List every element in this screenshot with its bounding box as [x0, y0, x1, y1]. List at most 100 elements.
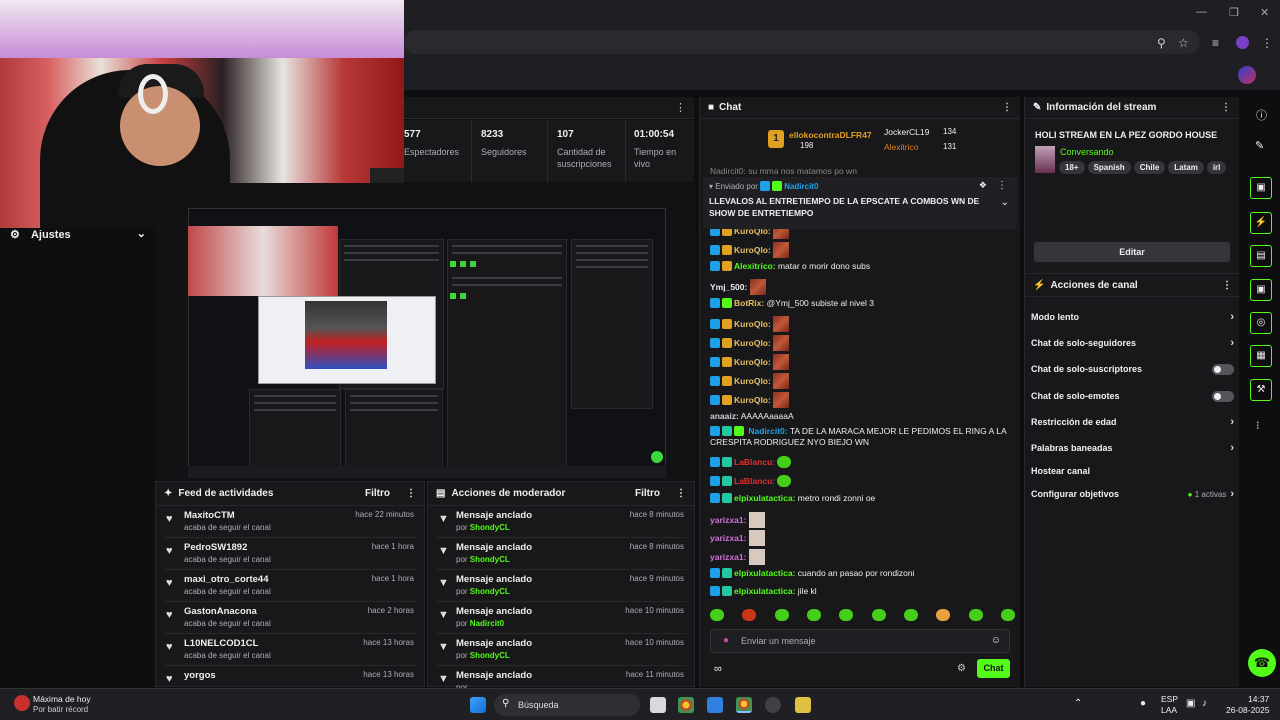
microphone-icon[interactable]: ●	[723, 635, 729, 646]
kick-icon[interactable]: ∞	[714, 663, 722, 675]
chat-icon[interactable]: ▣	[1250, 279, 1272, 301]
bookmark-star-icon[interactable]: ☆	[1178, 36, 1189, 50]
info-menu-icon[interactable]: ⋮	[1221, 102, 1231, 113]
stream-tag[interactable]: Latam	[1168, 161, 1204, 174]
address-bar[interactable]	[404, 30, 1200, 54]
zoom-icon[interactable]: ⚲	[1157, 36, 1166, 50]
chat-menu-icon[interactable]: ⋮	[1002, 102, 1012, 113]
stream-tag[interactable]: irl	[1206, 161, 1227, 174]
lang-2[interactable]: LAA	[1161, 705, 1177, 715]
category-thumbnail[interactable]	[1035, 146, 1055, 173]
document-icon[interactable]: ▤	[1250, 245, 1272, 267]
toggle-switch[interactable]	[1212, 390, 1234, 402]
emote-4[interactable]	[806, 609, 821, 621]
menu-kebab-icon[interactable]: ⋮	[1261, 36, 1273, 50]
broadcast-icon[interactable]: ◎	[1250, 312, 1272, 334]
stats-menu-icon[interactable]: ⋮	[675, 101, 686, 114]
chat-username[interactable]: elpixulatactica:	[734, 586, 795, 596]
user-avatar[interactable]	[1238, 66, 1256, 84]
emote-9[interactable]	[968, 609, 983, 621]
mod-filter-button[interactable]: Filtro	[635, 488, 660, 499]
network-icon[interactable]: ▣	[1186, 698, 1195, 709]
chat-username[interactable]: elpixulatactica:	[734, 568, 795, 578]
feed-username[interactable]: maxi_otro_corte44	[184, 574, 268, 585]
chat-username[interactable]: yarizxa1:	[710, 552, 746, 562]
stream-tag[interactable]: Chile	[1133, 161, 1166, 174]
weather-icon[interactable]	[14, 695, 30, 711]
media-icon[interactable]: ≡	[1212, 36, 1219, 50]
mic-tray-icon[interactable]: ●	[1140, 698, 1146, 709]
app-icon[interactable]	[765, 697, 781, 713]
feed-item[interactable]: ♥ MaxitoCTM hace 22 minutos acaba de seg…	[164, 506, 416, 538]
feed-item[interactable]: ♥ PedroSW1892 hace 1 hora acaba de segui…	[164, 538, 416, 570]
taskbar-search[interactable]: ⚲ Búsqueda	[494, 694, 640, 716]
chevron-down-icon[interactable]: ⌄	[1001, 197, 1009, 208]
chat-username[interactable]: KuroQlo:	[734, 245, 771, 255]
chat-username[interactable]: LaBlancu:	[734, 457, 775, 467]
feed-username[interactable]: yorgos	[184, 670, 216, 681]
feed-menu-icon[interactable]: ⋮	[406, 488, 416, 499]
pencil-icon[interactable]: ✎	[1255, 139, 1264, 152]
profile-avatar[interactable]	[1236, 36, 1249, 49]
close-icon[interactable]: ✕	[1260, 6, 1269, 19]
chat-username[interactable]: BotRix:	[734, 298, 764, 308]
mod-item[interactable]: ▼ Mensaje anclado hace 10 minutos por Sh…	[436, 634, 686, 666]
emote-3[interactable]	[774, 609, 789, 621]
chrome-icon[interactable]	[678, 697, 694, 713]
mod-item[interactable]: ▼ Mensaje anclado hace 8 minutos por Sho…	[436, 506, 686, 538]
emote-2[interactable]	[742, 609, 757, 621]
chat-username[interactable]: Nadircit0:	[748, 426, 787, 436]
chat-username[interactable]: KuroQlo:	[734, 376, 771, 386]
channel-action-row[interactable]: Chat de solo-seguidores ›	[1031, 333, 1234, 353]
file-explorer-icon[interactable]	[795, 697, 811, 713]
channel-action-row[interactable]: Chat de solo-suscriptores	[1031, 359, 1234, 379]
emote-7[interactable]	[903, 609, 918, 621]
clip-icon[interactable]: ▣	[1250, 177, 1272, 199]
feed-username[interactable]: GastonAnacona	[184, 606, 257, 617]
channel-action-row[interactable]: Restricción de edad ›	[1031, 412, 1234, 432]
emoji-icon[interactable]: ☺	[991, 635, 1001, 646]
layout-icon[interactable]: ▦	[1250, 345, 1272, 367]
windows-start-icon[interactable]	[470, 697, 486, 713]
feed-username[interactable]: MaxitoCTM	[184, 510, 235, 521]
chat-username[interactable]: elpixulatactica:	[734, 493, 795, 503]
edit-button[interactable]: Editar	[1034, 242, 1230, 262]
chat-username[interactable]: Alexitrico:	[734, 261, 776, 271]
mod-by-user[interactable]: ShondyCL	[470, 651, 510, 660]
top-gifter-3[interactable]: Alexitrico	[884, 142, 918, 152]
apps-icon[interactable]: ⁝	[1256, 419, 1260, 432]
mod-item[interactable]: ▼ Mensaje anclado hace 9 minutos por Sho…	[436, 570, 686, 602]
mod-by-user[interactable]: ShondyCL	[470, 587, 510, 596]
channel-action-row[interactable]: Hostear canal	[1031, 461, 1234, 481]
mod-item[interactable]: ▼ Mensaje anclado hace 8 minutos por Sho…	[436, 538, 686, 570]
chat-username[interactable]: KuroQlo:	[734, 338, 771, 348]
chat-username[interactable]: anaaiz:	[710, 411, 739, 421]
category-name[interactable]: Conversando	[1060, 147, 1114, 157]
chat-username[interactable]: KuroQlo:	[734, 395, 771, 405]
feed-item[interactable]: ♥ GastonAnacona hace 2 horas acaba de se…	[164, 602, 416, 634]
bolt-icon[interactable]: ⚡	[1250, 212, 1272, 234]
emote-1[interactable]	[710, 609, 724, 621]
settings-row[interactable]: ⚙ Ajustes ⌄	[10, 228, 150, 244]
feed-item[interactable]: ♥ maxi_otro_corte44 hace 1 hora acaba de…	[164, 570, 416, 602]
chat-username[interactable]: yarizxa1:	[710, 515, 746, 525]
mod-by-user[interactable]: ShondyCL	[470, 523, 510, 532]
info-icon[interactable]: ⓘ	[1256, 107, 1267, 123]
pinned-user[interactable]: Nadircit0	[784, 182, 818, 191]
chrome-active-icon[interactable]	[736, 697, 752, 713]
mod-menu-icon[interactable]: ⋮	[676, 488, 686, 499]
task-view-icon[interactable]	[650, 697, 666, 713]
chevron-up-icon[interactable]: ⌃	[1074, 698, 1082, 709]
emote-5[interactable]	[839, 609, 854, 621]
clock-time[interactable]: 14:37	[1248, 694, 1269, 704]
channel-action-row[interactable]: Chat de solo-emotes	[1031, 386, 1234, 406]
volume-icon[interactable]: ♪	[1202, 698, 1207, 709]
minimize-icon[interactable]: —	[1196, 6, 1207, 18]
toggle-switch[interactable]	[1212, 363, 1234, 375]
emote-6[interactable]	[871, 609, 886, 621]
stream-tag[interactable]: 18+	[1059, 161, 1085, 174]
actions-menu-icon[interactable]: ⋮	[1222, 280, 1232, 291]
chat-username[interactable]: KuroQlo:	[734, 357, 771, 367]
unpin-icon[interactable]: ❖	[979, 180, 987, 191]
mod-by-user[interactable]: Nadircit0	[470, 619, 504, 628]
